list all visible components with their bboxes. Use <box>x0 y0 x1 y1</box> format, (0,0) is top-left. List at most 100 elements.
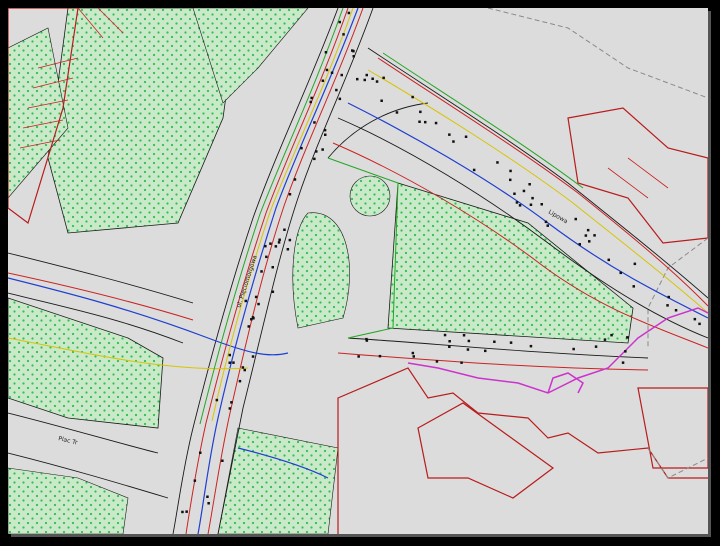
survey-marker <box>365 73 368 77</box>
survey-marker <box>418 120 421 123</box>
survey-marker <box>484 349 487 353</box>
survey-marker <box>278 238 281 241</box>
survey-marker <box>412 355 415 358</box>
survey-marker <box>603 338 607 341</box>
survey-marker <box>221 459 224 462</box>
survey-marker <box>207 502 210 505</box>
survey-marker <box>411 95 414 99</box>
survey-marker <box>496 161 499 164</box>
survey-marker <box>435 360 439 363</box>
survey-marker <box>274 245 278 248</box>
survey-marker <box>544 220 548 224</box>
survey-marker <box>395 111 399 114</box>
survey-marker <box>238 379 242 383</box>
survey-marker <box>448 345 451 348</box>
survey-marker <box>352 55 355 58</box>
survey-marker <box>572 347 575 351</box>
survey-marker <box>315 150 318 153</box>
map-window-frame: Lipowa Plac Tr ul. Pięciomorgowa <box>0 0 720 546</box>
survey-marker <box>252 317 255 320</box>
survey-marker <box>265 255 268 259</box>
survey-marker <box>271 290 275 293</box>
survey-marker <box>593 234 596 237</box>
survey-marker <box>335 88 338 92</box>
survey-marker <box>378 354 382 358</box>
survey-marker <box>228 361 231 364</box>
survey-marker <box>309 100 312 104</box>
survey-marker <box>382 76 385 80</box>
survey-marker <box>693 317 697 321</box>
green-area-right-triangle <box>387 182 634 344</box>
green-area-left-lobe <box>292 212 350 329</box>
survey-marker <box>633 262 637 266</box>
survey-marker <box>323 128 327 132</box>
survey-marker <box>540 203 543 206</box>
survey-marker <box>283 228 286 231</box>
survey-marker <box>522 189 526 193</box>
utility-green-lines <box>199 8 584 425</box>
map-canvas[interactable]: Lipowa Plac Tr ul. Pięciomorgowa <box>8 8 708 534</box>
survey-marker <box>321 79 325 82</box>
survey-marker <box>254 295 258 299</box>
survey-marker <box>586 228 590 232</box>
survey-marker <box>528 183 531 186</box>
survey-marker <box>515 201 519 204</box>
survey-marker <box>509 169 512 173</box>
survey-marker <box>185 510 188 513</box>
survey-marker <box>288 238 292 242</box>
survey-marker <box>632 285 635 288</box>
survey-marker <box>356 77 359 81</box>
survey-marker <box>667 295 670 299</box>
survey-marker <box>419 110 422 114</box>
survey-marker <box>610 333 613 337</box>
survey-marker <box>462 334 466 337</box>
survey-marker <box>666 304 669 307</box>
survey-marker <box>228 407 232 410</box>
parcel-bottom-right <box>647 447 708 479</box>
survey-marker <box>452 140 455 143</box>
survey-marker <box>371 77 374 80</box>
survey-marker <box>594 345 598 348</box>
survey-marker <box>588 240 591 243</box>
green-areas <box>8 8 634 534</box>
building-top-right <box>567 107 708 244</box>
survey-marker <box>313 157 316 161</box>
survey-marker <box>215 398 219 402</box>
survey-marker <box>460 361 463 364</box>
survey-marker <box>365 339 369 342</box>
survey-marker <box>313 121 316 124</box>
survey-marker <box>578 243 581 246</box>
survey-marker <box>310 96 313 100</box>
survey-marker <box>518 204 522 207</box>
survey-marker <box>352 49 355 53</box>
survey-marker <box>363 78 366 82</box>
survey-marker <box>260 270 263 273</box>
survey-marker <box>193 479 197 482</box>
survey-marker <box>264 244 267 248</box>
survey-marker <box>529 203 533 206</box>
survey-marker <box>509 341 513 344</box>
survey-marker <box>621 361 625 364</box>
survey-marker <box>244 299 247 303</box>
survey-marker <box>199 451 202 454</box>
parcel-top-right <box>487 8 708 99</box>
building-bottom-block <box>417 402 555 499</box>
survey-marker <box>513 192 516 195</box>
survey-marker <box>626 336 629 339</box>
survey-marker <box>466 348 470 351</box>
survey-marker <box>443 333 447 337</box>
green-area-bottom-left <box>8 467 129 534</box>
cad-utility-map[interactable]: Lipowa Plac Tr ul. Pięciomorgowa <box>8 8 708 534</box>
survey-marker <box>230 401 233 404</box>
survey-marker <box>277 241 281 244</box>
survey-marker <box>321 148 324 151</box>
survey-marker <box>574 217 577 221</box>
survey-marker <box>181 510 184 514</box>
survey-marker <box>241 366 245 369</box>
survey-marker <box>286 248 290 251</box>
survey-marker <box>531 196 534 200</box>
survey-marker <box>375 80 379 83</box>
label-diagonal-street: Lipowa <box>547 209 569 226</box>
survey-marker <box>342 33 345 36</box>
survey-marker <box>271 266 274 269</box>
